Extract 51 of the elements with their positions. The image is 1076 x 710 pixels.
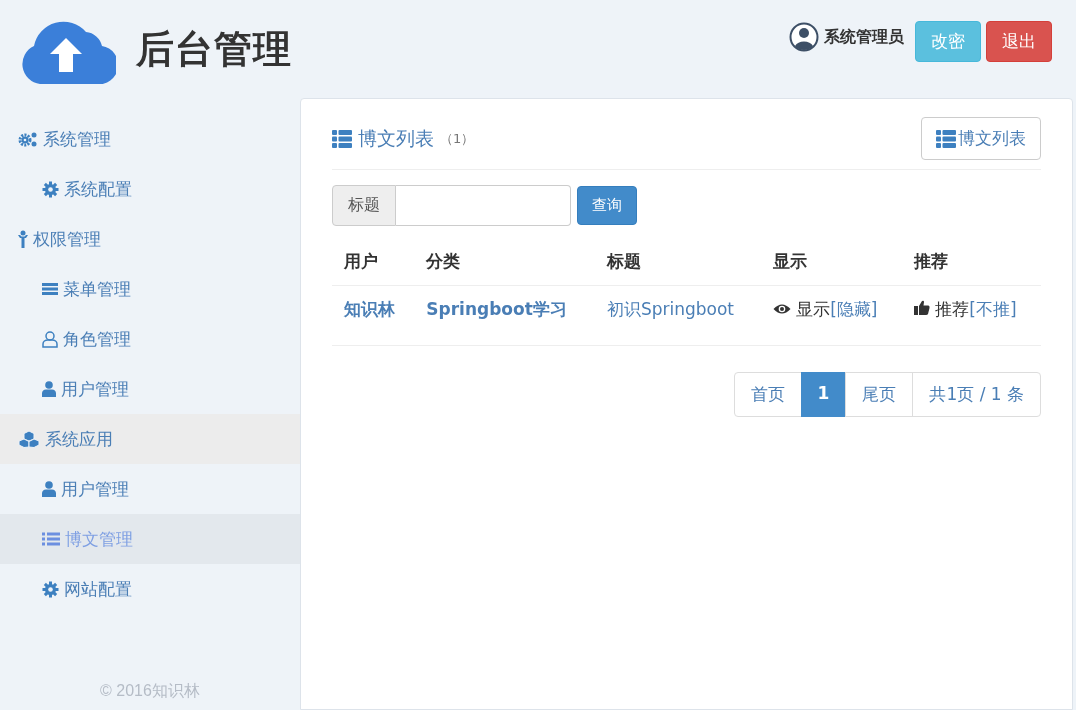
sidebar-item[interactable]: 用户管理 xyxy=(0,364,300,414)
panel-title: 博文列表 xyxy=(358,125,434,151)
user-outline-icon xyxy=(42,330,58,348)
pagination-item[interactable]: 共1页 / 1 条 xyxy=(912,372,1041,417)
eye-icon xyxy=(772,303,791,315)
gears-icon xyxy=(18,131,38,147)
post-title-link[interactable]: 初识Springboot xyxy=(606,299,734,319)
list-icon xyxy=(332,129,352,148)
thumbs-up-icon xyxy=(913,300,930,315)
column-header: 分类 xyxy=(414,240,595,286)
list-icon xyxy=(42,532,60,546)
site-title: 后台管理 xyxy=(136,25,292,73)
sidebar-item[interactable]: 用户管理 xyxy=(0,464,300,514)
field-label: 标题 xyxy=(332,185,396,226)
column-header: 显示 xyxy=(760,240,902,286)
sidebar-item[interactable]: 网站配置 xyxy=(0,564,300,614)
column-header: 用户 xyxy=(332,240,415,286)
sidebar-item[interactable]: 系统配置 xyxy=(0,164,300,214)
user-name: 系统管理员 xyxy=(824,26,904,48)
recommend-status: 推荐 xyxy=(935,299,970,319)
user-icon xyxy=(42,481,56,497)
column-header: 推荐 xyxy=(901,240,1041,286)
change-password-button[interactable]: 改密 xyxy=(915,21,981,62)
hide-link[interactable]: [隐藏] xyxy=(830,299,878,319)
person-icon xyxy=(18,230,28,248)
item-count: （1） xyxy=(440,129,475,148)
cubes-icon xyxy=(18,430,40,448)
logout-button[interactable]: 退出 xyxy=(986,21,1052,62)
pagination-item[interactable]: 尾页 xyxy=(845,372,914,417)
sidebar-item[interactable]: 博文管理 xyxy=(0,514,300,564)
gear-icon xyxy=(42,580,59,598)
search-button[interactable]: 查询 xyxy=(577,186,637,225)
visibility-status: 显示 xyxy=(796,299,831,319)
user-name[interactable]: 知识林 xyxy=(344,299,395,319)
unrecommend-link[interactable]: [不推] xyxy=(969,299,1017,319)
gear-icon xyxy=(42,180,59,198)
menu-icon xyxy=(42,282,58,296)
user-avatar-icon xyxy=(789,22,819,52)
list-icon xyxy=(936,129,956,148)
blog-list-button[interactable]: 博文列表 xyxy=(921,117,1041,160)
category-link[interactable]: Springboot学习 xyxy=(426,299,567,319)
sidebar-group[interactable]: 系统管理 xyxy=(0,114,300,164)
pagination-item[interactable]: 1 xyxy=(800,372,847,417)
copyright-text: © 2016知识林 xyxy=(99,681,201,701)
title-search-field[interactable] xyxy=(396,185,571,226)
user-icon xyxy=(42,381,56,397)
sidebar-group[interactable]: 权限管理 xyxy=(0,214,300,264)
sidebar-item[interactable]: 角色管理 xyxy=(0,314,300,364)
sidebar-group[interactable]: 系统应用 xyxy=(0,414,300,464)
column-header: 标题 xyxy=(594,240,761,286)
sidebar-item[interactable]: 菜单管理 xyxy=(0,264,300,314)
